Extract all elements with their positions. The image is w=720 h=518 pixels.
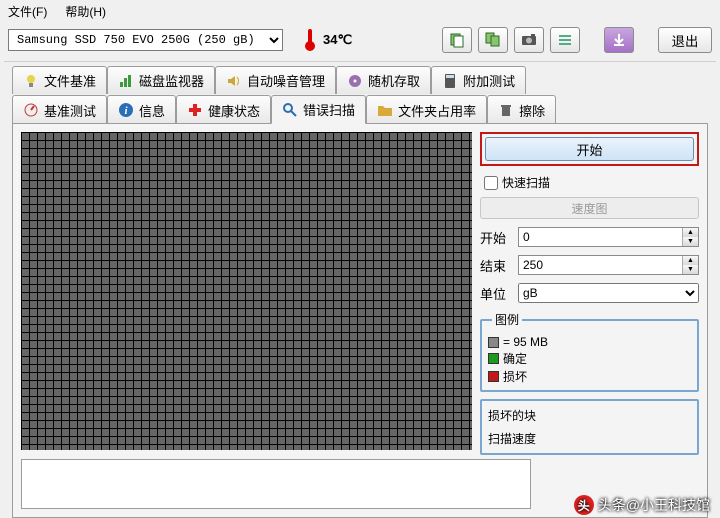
start-up[interactable]: ▲: [682, 228, 698, 237]
stat-damaged-blocks: 损坏的块: [488, 407, 691, 424]
temperature-display: 34℃: [303, 29, 352, 51]
temperature-value: 34℃: [323, 32, 352, 48]
unit-select[interactable]: gB: [518, 283, 699, 303]
tab-label: 文件基准: [44, 71, 96, 90]
start-label: 开始: [480, 228, 512, 247]
speaker-icon: [226, 73, 242, 89]
tab-label: 错误扫描: [303, 100, 355, 119]
camera-icon: [521, 32, 537, 48]
legend-swatch-ok: [488, 353, 499, 364]
chart-icon: [118, 73, 134, 89]
trash-icon: [498, 102, 514, 118]
block-map: [21, 132, 472, 450]
menu-bar: 文件(F) 帮助(H): [0, 0, 720, 23]
copy2-icon: [485, 32, 501, 48]
thermometer-icon: [303, 29, 317, 51]
quick-scan-checkbox[interactable]: [484, 176, 498, 190]
quick-scan-label: 快速扫描: [502, 174, 550, 191]
error-scan-panel: 开始 快速扫描 速度图 开始 ▲▼ 结束 ▲▼ 单位 gB: [12, 123, 708, 518]
tab-disk-monitor[interactable]: 磁盘监视器: [107, 66, 215, 94]
plus-icon: [187, 102, 203, 118]
start-spinner[interactable]: ▲▼: [518, 227, 699, 247]
tab-extra-tests[interactable]: 附加测试: [431, 66, 526, 94]
folder-icon: [377, 102, 393, 118]
tab-folder-usage[interactable]: 文件夹占用率: [366, 95, 487, 124]
copy-icon: [449, 32, 465, 48]
stats-box: 损坏的块 扫描速度: [480, 399, 699, 455]
download-button[interactable]: [604, 27, 634, 53]
stat-scan-speed: 扫描速度: [488, 430, 691, 447]
tab-benchmark[interactable]: 基准测试: [12, 95, 107, 124]
gauge-icon: [23, 102, 39, 118]
tab-label: 文件夹占用率: [398, 101, 476, 120]
end-spinner[interactable]: ▲▼: [518, 255, 699, 275]
tab-random-access[interactable]: 随机存取: [336, 66, 431, 94]
tab-label: 附加测试: [463, 71, 515, 90]
exit-button[interactable]: 退出: [658, 27, 712, 53]
tabs-row-1: 文件基准 磁盘监视器 自动噪音管理 随机存取 附加测试: [0, 64, 720, 94]
tab-error-scan[interactable]: 错误扫描: [271, 95, 366, 124]
legend-unused: = 95 MB: [488, 335, 691, 349]
tabs-row-2: 基准测试 i 信息 健康状态 错误扫描 文件夹占用率 擦除: [0, 93, 720, 124]
start-highlight: 开始: [480, 132, 699, 166]
download-icon: [611, 32, 627, 48]
tab-label: 自动噪音管理: [247, 71, 325, 90]
copy-button[interactable]: [442, 27, 472, 53]
tab-label: 基准测试: [44, 101, 96, 120]
tab-health[interactable]: 健康状态: [176, 95, 271, 124]
start-field-row: 开始 ▲▼: [480, 227, 699, 247]
lightbulb-icon: [23, 73, 39, 89]
end-down[interactable]: ▼: [682, 265, 698, 274]
side-panel: 开始 快速扫描 速度图 开始 ▲▼ 结束 ▲▼ 单位 gB: [480, 132, 699, 509]
list-icon: [557, 32, 573, 48]
calc-icon: [442, 73, 458, 89]
options-button[interactable]: [550, 27, 580, 53]
drive-selector[interactable]: Samsung SSD 750 EVO 250G (250 gB): [8, 29, 283, 51]
watermark: 头 头条@小王科技馆: [574, 495, 710, 515]
tab-label: 擦除: [519, 101, 545, 120]
end-field-row: 结束 ▲▼: [480, 255, 699, 275]
tab-label: 随机存取: [368, 71, 420, 90]
legend-swatch-unused: [488, 337, 499, 348]
copy2-button[interactable]: [478, 27, 508, 53]
menu-file[interactable]: 文件(F): [8, 3, 47, 20]
unit-field-row: 单位 gB: [480, 283, 699, 303]
start-input[interactable]: [519, 228, 682, 246]
unit-label: 单位: [480, 284, 512, 303]
tab-label: 磁盘监视器: [139, 71, 204, 90]
info-icon: i: [118, 102, 134, 118]
log-box: [21, 459, 531, 509]
search-icon: [282, 102, 298, 118]
disk-icon: [347, 73, 363, 89]
end-label: 结束: [480, 256, 512, 275]
tab-file-benchmark[interactable]: 文件基准: [12, 66, 107, 94]
start-button[interactable]: 开始: [485, 137, 694, 161]
quick-scan-row[interactable]: 快速扫描: [484, 174, 699, 191]
tab-aam[interactable]: 自动噪音管理: [215, 66, 336, 94]
legend-damaged: 损坏: [488, 368, 691, 385]
menu-help[interactable]: 帮助(H): [65, 3, 106, 20]
legend-swatch-damaged: [488, 371, 499, 382]
tab-info[interactable]: i 信息: [107, 95, 176, 124]
toolbar: Samsung SSD 750 EVO 250G (250 gB) 34℃ 退出: [0, 23, 720, 61]
legend-box: 图例 = 95 MB 确定 损坏: [480, 311, 699, 392]
speed-map-button: 速度图: [480, 197, 699, 219]
legend-title: 图例: [492, 311, 522, 328]
legend-ok: 确定: [488, 350, 691, 367]
watermark-logo-icon: 头: [574, 495, 594, 515]
screenshot-button[interactable]: [514, 27, 544, 53]
tab-erase[interactable]: 擦除: [487, 95, 556, 124]
tab-label: 健康状态: [208, 101, 260, 120]
start-down[interactable]: ▼: [682, 237, 698, 246]
tab-label: 信息: [139, 101, 165, 120]
end-up[interactable]: ▲: [682, 256, 698, 265]
end-input[interactable]: [519, 256, 682, 274]
